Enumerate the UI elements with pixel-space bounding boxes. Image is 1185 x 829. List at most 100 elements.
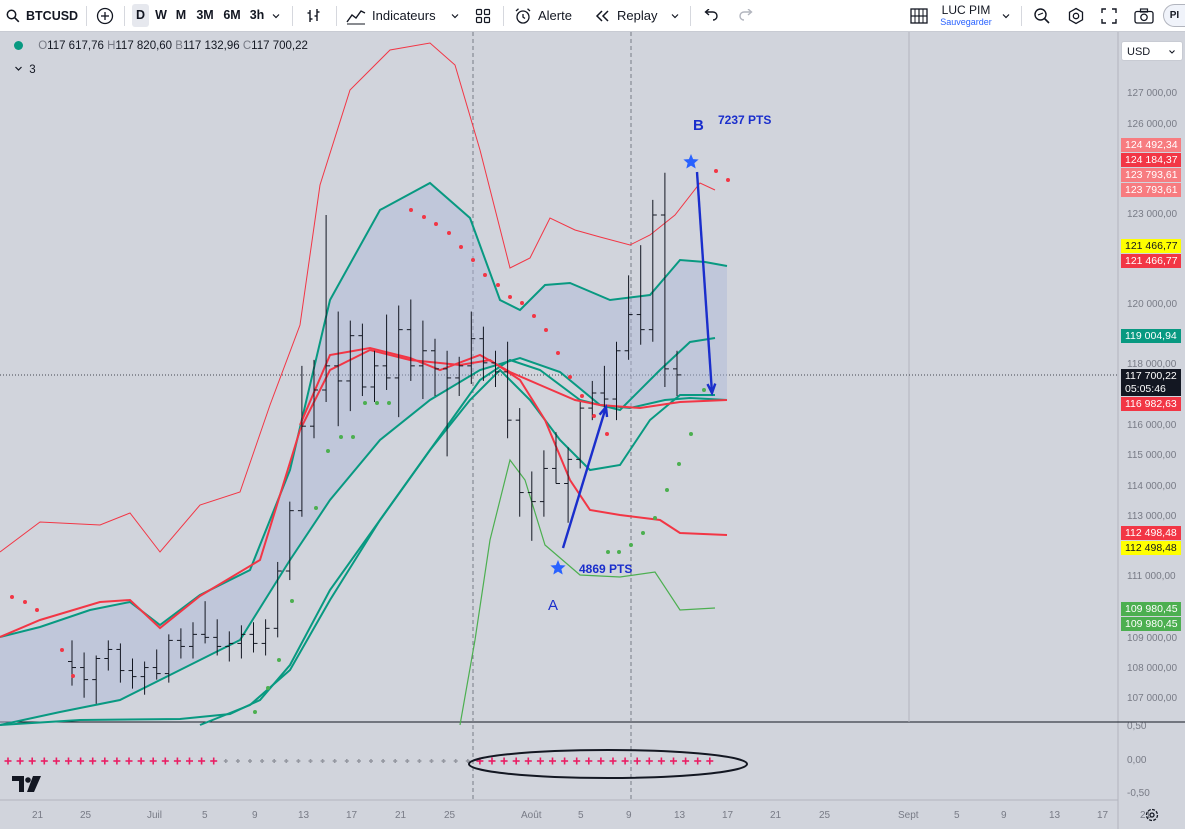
scale-settings-button[interactable] [1145, 808, 1159, 825]
chevron-down-icon [15, 66, 22, 71]
timeframe-dropdown[interactable] [271, 0, 281, 31]
currency-label: USD [1127, 46, 1151, 58]
indicator-count: 3 [29, 64, 36, 76]
sar-dot [580, 394, 584, 398]
sar-dot [23, 600, 27, 604]
chart-type-button[interactable] [305, 0, 323, 31]
timeframe-3m[interactable]: 3M [193, 4, 217, 27]
replay-dropdown[interactable] [670, 0, 680, 31]
sar-dot [387, 401, 391, 405]
open-key: O [38, 40, 48, 52]
user-save-menu[interactable]: LUC PIM Sauvegarder [936, 0, 996, 31]
snapshot-button[interactable] [1134, 0, 1154, 31]
timeframe-3h[interactable]: 3h [246, 4, 268, 27]
time-axis-label: Sept [898, 810, 919, 821]
indicators-icon [346, 9, 366, 24]
annotation-a-label[interactable]: A [548, 597, 558, 614]
plus-circle-icon [96, 7, 114, 24]
sar-dot [459, 245, 463, 249]
indicators-label: Indicateurs [372, 8, 436, 23]
alert-button[interactable]: Alerte [514, 0, 572, 31]
time-axis-label: 25 [819, 810, 831, 821]
publish-button[interactable]: PI [1163, 4, 1185, 27]
time-axis-label: 21 [395, 810, 407, 821]
timeframe-d[interactable]: D [132, 4, 149, 27]
fullscreen-button[interactable] [1101, 0, 1117, 31]
templates-button[interactable] [475, 0, 491, 31]
chevron-down-icon [671, 13, 679, 18]
sar-dot [266, 686, 270, 690]
annotation-b-label[interactable]: B [693, 117, 704, 134]
symbol-search[interactable]: BTCUSD [6, 0, 78, 31]
sar-dot [702, 388, 706, 392]
price-scale-label: 114 000,00 [1127, 481, 1177, 492]
price-scale-label: 113 000,00 [1127, 511, 1177, 522]
replay-button[interactable]: Replay [595, 0, 657, 31]
price-badge: 116 982,63 [1121, 397, 1181, 411]
sar-dot [629, 543, 633, 547]
price-badge: 121 466,77 [1121, 239, 1181, 253]
price-badge: 112 498,48 [1121, 541, 1181, 555]
sar-dot [290, 599, 294, 603]
sar-dot [375, 401, 379, 405]
price-scale-label: 108 000,00 [1127, 663, 1178, 674]
quick-search-button[interactable] [1033, 0, 1051, 31]
legend-visibility-dot[interactable] [14, 41, 23, 50]
chevron-down-icon [1169, 50, 1175, 54]
time-axis-label: 5 [954, 810, 960, 821]
symbol-label: BTCUSD [26, 8, 79, 23]
sar-dot [339, 435, 343, 439]
camera-icon [1134, 7, 1154, 24]
time-axis-label: Août [521, 810, 542, 821]
bars-chart-icon [307, 8, 320, 22]
timeframe-6m[interactable]: 6M [220, 4, 244, 27]
time-axis-label: 9 [626, 810, 632, 821]
sar-dot [253, 710, 257, 714]
sar-dot [508, 295, 512, 299]
settings-button[interactable] [1067, 0, 1085, 31]
sar-dot [314, 506, 318, 510]
osc-scale-label: 0,00 [1127, 755, 1147, 766]
gear-icon [1145, 808, 1159, 822]
chart-canvas[interactable] [0, 32, 1185, 829]
price-badge: 109 980,45 [1121, 602, 1181, 616]
alert-label: Alerte [538, 8, 572, 23]
countdown-badge: 05:05:46 [1121, 382, 1181, 396]
timeframe-m[interactable]: M [172, 4, 190, 27]
sar-dot [641, 531, 645, 535]
open-value: 117 617,76 [47, 40, 104, 52]
save-label[interactable]: Sauvegarder [940, 17, 992, 27]
sar-dot [277, 658, 281, 662]
annotation-b-points[interactable]: 7237 PTS [718, 113, 771, 127]
replay-label: Replay [617, 8, 658, 23]
redo-icon [739, 8, 753, 21]
currency-selector[interactable]: USD [1121, 41, 1183, 61]
time-axis-label: 5 [202, 810, 208, 821]
price-scale-label: 120 000,00 [1127, 299, 1178, 310]
profile-initial: PI [1169, 10, 1180, 21]
undo-button[interactable] [703, 0, 719, 31]
annotation-a-points[interactable]: 4869 PTS [579, 562, 632, 576]
price-badge: 121 466,77 [1121, 254, 1181, 268]
layout-button[interactable] [910, 0, 928, 31]
close-value: 117 700,22 [251, 40, 308, 52]
sar-dot [665, 488, 669, 492]
sar-dot [689, 432, 693, 436]
indicators-dropdown[interactable] [450, 0, 460, 31]
current-price-badge: 117 700,22 [1121, 369, 1181, 383]
user-name: LUC PIM [941, 3, 991, 17]
tradingview-logo[interactable] [12, 776, 42, 797]
sar-dot [520, 301, 524, 305]
compare-button[interactable] [96, 0, 114, 31]
price-badge: 123 793,61 [1121, 183, 1181, 197]
indicators-button[interactable]: Indicateurs [346, 0, 436, 31]
time-axis-label: 17 [1097, 810, 1109, 821]
user-dropdown[interactable] [1001, 0, 1011, 31]
indicators-collapse[interactable]: 3 [14, 64, 36, 76]
fullscreen-icon [1101, 7, 1117, 24]
redo-button[interactable] [738, 0, 754, 31]
sar-dot [351, 435, 355, 439]
sar-dot [35, 608, 39, 612]
low-key: B [175, 40, 183, 52]
timeframe-w[interactable]: W [152, 4, 170, 27]
